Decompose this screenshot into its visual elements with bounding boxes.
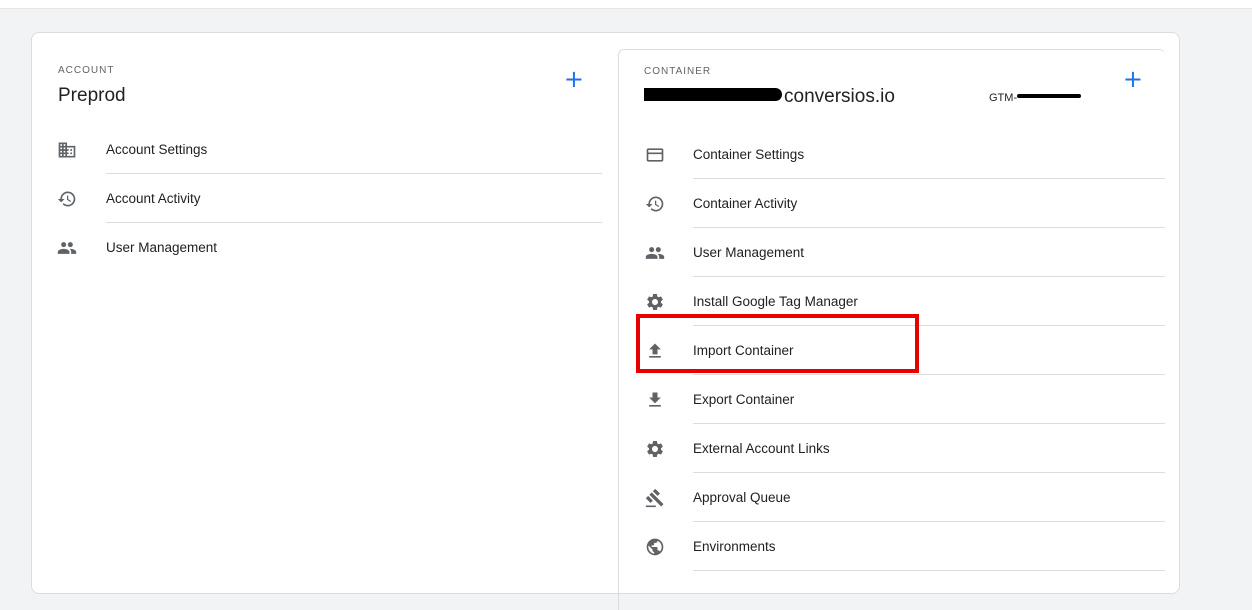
container-name-suffix: conversios.io	[784, 86, 895, 107]
history-icon	[56, 188, 78, 210]
container-name: conversios.io	[644, 86, 895, 108]
account-name: Preprod	[58, 85, 126, 106]
account-settings-item[interactable]: Account Settings	[32, 125, 602, 174]
container-activity-item[interactable]: Container Activity	[619, 179, 1165, 228]
external-account-links-item[interactable]: External Account Links	[619, 424, 1165, 473]
account-user-management-item[interactable]: User Management	[32, 223, 602, 272]
account-activity-label: Account Activity	[106, 191, 201, 206]
container-id: GTM-	[989, 92, 1082, 104]
upload-icon	[644, 340, 666, 362]
container-id-prefix: GTM-	[989, 92, 1018, 104]
container-user-management-item[interactable]: User Management	[619, 228, 1165, 277]
external-account-links-label: External Account Links	[693, 441, 830, 456]
container-settings-label: Container Settings	[693, 147, 805, 162]
people-icon	[56, 237, 78, 259]
gavel-icon	[644, 487, 666, 509]
admin-card: ACCOUNT Preprod + Account Settings Accou…	[31, 32, 1180, 610]
container-user-management-label: User Management	[693, 245, 805, 260]
top-bar	[0, 0, 1252, 9]
install-gtm-item[interactable]: Install Google Tag Manager	[619, 277, 1165, 326]
approval-queue-label: Approval Queue	[693, 490, 791, 505]
add-account-button[interactable]: +	[564, 67, 584, 91]
account-overline: ACCOUNT	[58, 65, 115, 76]
account-activity-item[interactable]: Account Activity	[32, 174, 602, 223]
window-icon	[644, 144, 666, 166]
account-menu: Account Settings Account Activity User M…	[32, 125, 602, 272]
container-activity-label: Container Activity	[693, 196, 798, 211]
install-gtm-label: Install Google Tag Manager	[693, 294, 858, 309]
account-settings-label: Account Settings	[106, 142, 208, 157]
globe-icon	[644, 536, 666, 558]
export-container-label: Export Container	[693, 392, 795, 407]
redacted-name-mark	[644, 88, 782, 101]
environments-label: Environments	[693, 539, 776, 554]
building-icon	[56, 139, 78, 161]
export-container-item[interactable]: Export Container	[619, 375, 1165, 424]
history-icon	[644, 193, 666, 215]
import-container-label: Import Container	[693, 343, 794, 358]
account-user-management-label: User Management	[106, 240, 218, 255]
download-icon	[644, 389, 666, 411]
container-menu: Container Settings Container Activity Us…	[619, 130, 1165, 571]
container-column: CONTAINER conversios.io GTM- + Container…	[618, 49, 1165, 610]
container-overline: CONTAINER	[644, 66, 712, 77]
environments-item[interactable]: Environments	[619, 522, 1165, 571]
container-settings-item[interactable]: Container Settings	[619, 130, 1165, 179]
approval-queue-item[interactable]: Approval Queue	[619, 473, 1165, 522]
redacted-id-mark	[1017, 94, 1082, 98]
account-header: ACCOUNT Preprod +	[32, 33, 602, 125]
gear-icon	[644, 438, 666, 460]
people-icon	[644, 242, 666, 264]
import-container-item[interactable]: Import Container	[619, 326, 1165, 375]
add-container-button[interactable]: +	[1123, 67, 1143, 91]
container-header: CONTAINER conversios.io GTM- +	[619, 50, 1165, 130]
gear-icon	[644, 291, 666, 313]
account-column: ACCOUNT Preprod + Account Settings Accou…	[32, 33, 602, 272]
